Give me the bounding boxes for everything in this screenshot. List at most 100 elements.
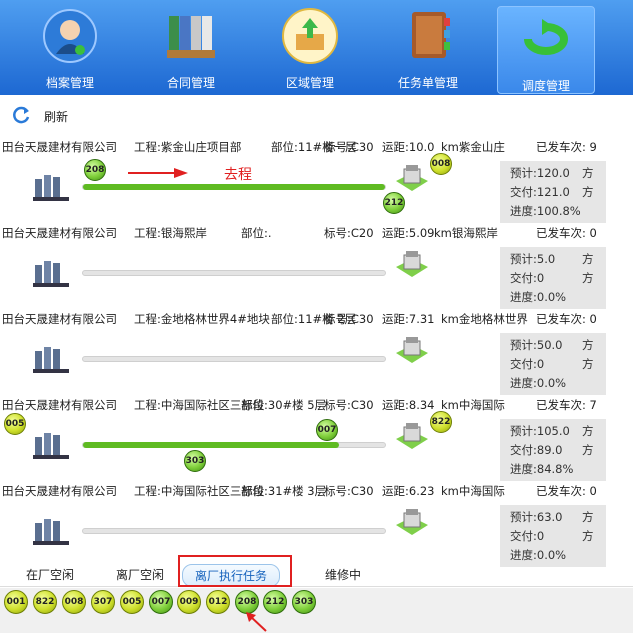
grade: 标号:C20 — [324, 226, 374, 240]
vehicle-chip[interactable]: 009 — [177, 590, 201, 614]
notebook-icon — [412, 12, 450, 58]
progress-track — [82, 442, 386, 448]
pointer-arrow — [246, 612, 267, 632]
vehicle-strip: 001 822 008 307 005 007 009 012 208 212 … — [0, 588, 633, 633]
vehicle-chip[interactable]: 005 — [120, 590, 144, 614]
nav-label: 区域管理 — [285, 76, 334, 90]
planned: 预计:50.0 — [510, 338, 563, 352]
progress-track — [82, 184, 386, 190]
unit: 方 — [582, 252, 594, 266]
upload-box-icon — [282, 8, 338, 64]
vehicle-marker[interactable]: 822 — [430, 411, 452, 433]
vehicle-chip[interactable]: 008 — [62, 590, 86, 614]
km-site: km金地格林世界 — [441, 312, 528, 326]
unit: 方 — [582, 271, 594, 285]
km-site: km中海国际 — [441, 484, 505, 498]
sent-count: 已发车次: 0 — [536, 312, 597, 326]
vehicle-chip[interactable]: 212 — [263, 590, 287, 614]
refresh-icon[interactable] — [12, 105, 32, 125]
company-name: 田台天晟建材有限公司 — [2, 226, 117, 240]
nav-archive[interactable]: 档案管理 — [22, 4, 118, 94]
delivered: 交付:121.0 — [510, 185, 570, 199]
grade: 标号:C30 — [324, 484, 374, 498]
distance: 运距:5.09 — [382, 226, 435, 240]
delivered: 交付:0 — [510, 529, 545, 543]
part: 部位:31#楼 3层 — [241, 484, 327, 498]
nav-task-order[interactable]: 任务单管理 — [380, 4, 476, 94]
km-site: km紫金山庄 — [441, 140, 505, 154]
vehicle-chip[interactable]: 007 — [149, 590, 173, 614]
progress: 进度:0.0% — [510, 376, 567, 390]
building-icon — [396, 251, 428, 277]
progress: 进度:84.8% — [510, 462, 574, 476]
task-row[interactable]: 田台天晟建材有限公司 工程:金地格林世界4#地块 部位:11#楼 2层 标号:C… — [0, 309, 633, 395]
vehicle-marker[interactable]: 303 — [184, 450, 206, 472]
nav-label: 合同管理 — [166, 76, 215, 90]
vehicle-chip[interactable]: 208 — [235, 590, 259, 614]
grade: 标号:C30 — [324, 398, 374, 412]
part: 部位:. — [241, 226, 272, 240]
unit: 方 — [582, 443, 594, 457]
task-row[interactable]: 田台天晟建材有限公司 工程:紫金山庄项目部 部位:11#楼一层 标号:C30 运… — [0, 137, 633, 223]
building-icon — [396, 509, 428, 535]
nav-region[interactable]: 区域管理 — [262, 4, 358, 94]
tab-in-plant-idle[interactable]: 在厂空闲 — [26, 566, 74, 583]
planned: 预计:63.0 — [510, 510, 563, 524]
vehicle-chip[interactable]: 303 — [292, 590, 316, 614]
task-stats: 预计:50.0 方 交付:0 方 进度:0.0% — [500, 333, 606, 395]
distance: 运距:6.23 — [382, 484, 435, 498]
km-site: km中海国际 — [441, 398, 505, 412]
nav-label: 档案管理 — [45, 76, 94, 90]
task-stats: 预计:63.0 方 交付:0 方 进度:0.0% — [500, 505, 606, 567]
vehicle-chip[interactable]: 822 — [33, 590, 57, 614]
nav-dispatch[interactable]: 调度管理 — [497, 6, 595, 94]
vehicle-marker[interactable]: 208 — [84, 159, 106, 181]
task-header: 田台天晟建材有限公司 工程:银海熙岸 部位:. 标号:C20 运距:5.09 k… — [0, 223, 633, 241]
delivered: 交付:0 — [510, 357, 545, 371]
task-row[interactable]: 田台天晟建材有限公司 工程:中海国际社区三标段 部位:30#楼 5层 标号:C3… — [0, 395, 633, 481]
nav-contract[interactable]: 合同管理 — [143, 4, 239, 94]
vehicle-chip[interactable]: 307 — [91, 590, 115, 614]
refresh-button[interactable]: 刷新 — [44, 108, 68, 125]
tab-out-plant-idle[interactable]: 离厂空闲 — [116, 566, 164, 583]
company-name: 田台天晟建材有限公司 — [2, 398, 117, 412]
unit: 方 — [582, 529, 594, 543]
toolbar: 刷新 — [0, 100, 633, 128]
part: 部位:30#楼 5层 — [241, 398, 327, 412]
grade: 标号:C30 — [324, 140, 374, 154]
vehicle-chip[interactable]: 001 — [4, 590, 28, 614]
distance: 运距:7.31 — [382, 312, 435, 326]
distance: 运距:8.34 — [382, 398, 435, 412]
building-icon — [396, 165, 428, 191]
unit: 方 — [582, 510, 594, 524]
plant-icon — [33, 261, 69, 287]
vehicle-marker[interactable]: 007 — [316, 419, 338, 441]
task-row[interactable]: 田台天晟建材有限公司 工程:中海国际社区三标段 部位:31#楼 3层 标号:C3… — [0, 481, 633, 567]
tab-highlight-box — [178, 555, 292, 587]
project-name: 工程:金地格林世界4#地块 — [134, 312, 270, 326]
task-row[interactable]: 田台天晟建材有限公司 工程:银海熙岸 部位:. 标号:C20 运距:5.09 k… — [0, 223, 633, 309]
vehicle-marker[interactable]: 005 — [4, 413, 26, 435]
sent-count: 已发车次: 0 — [536, 226, 597, 240]
vehicle-chip[interactable]: 012 — [206, 590, 230, 614]
sent-count: 已发车次: 9 — [536, 140, 597, 154]
planned: 预计:105.0 — [510, 424, 570, 438]
sent-count: 已发车次: 0 — [536, 484, 597, 498]
plant-icon — [33, 519, 69, 545]
unit: 方 — [582, 357, 594, 371]
plant-icon — [33, 433, 69, 459]
unit: 方 — [582, 338, 594, 352]
delivered: 交付:89.0 — [510, 443, 563, 457]
unit: 方 — [582, 185, 594, 199]
task-stats: 预计:5.0 方 交付:0 方 进度:0.0% — [500, 247, 606, 309]
progress: 进度:0.0% — [510, 290, 567, 304]
nav-label: 任务单管理 — [397, 76, 458, 90]
vehicle-marker[interactable]: 008 — [430, 153, 452, 175]
unit: 方 — [582, 424, 594, 438]
tab-under-repair[interactable]: 维修中 — [325, 566, 361, 583]
binders-icon — [167, 16, 215, 58]
grade: 标号:C30 — [324, 312, 374, 326]
company-name: 田台天晟建材有限公司 — [2, 484, 117, 498]
vehicle-marker[interactable]: 212 — [383, 192, 405, 214]
task-stats: 预计:120.0 方 交付:121.0 方 进度:100.8% — [500, 161, 606, 223]
